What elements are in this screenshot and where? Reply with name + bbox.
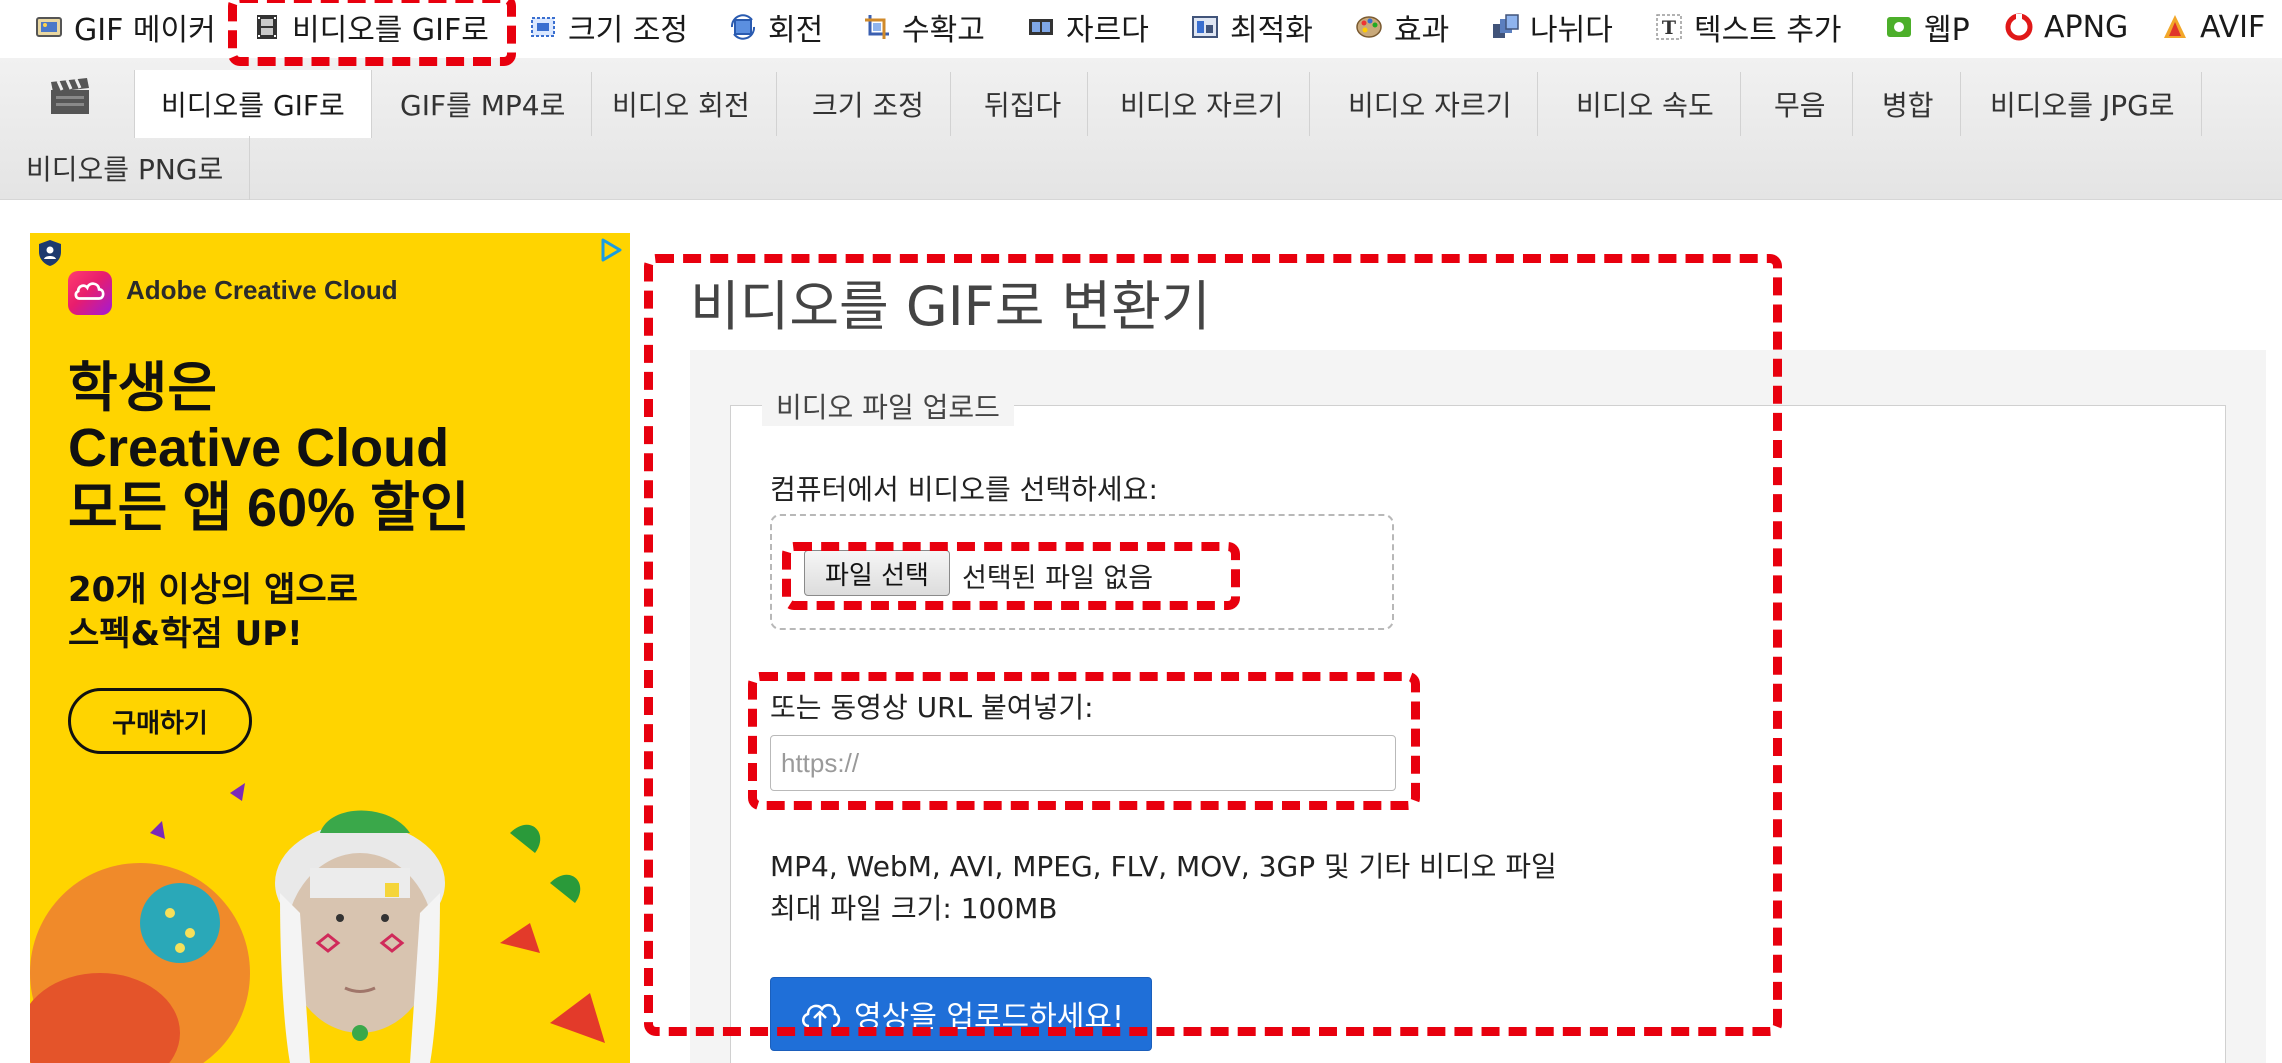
menu-crop-label: 수확고 xyxy=(902,13,985,48)
optimize-icon xyxy=(1190,12,1220,42)
video-url-input[interactable] xyxy=(770,735,1396,791)
svg-text:T: T xyxy=(1662,17,1676,39)
upload-legend: 비디오 파일 업로드 xyxy=(762,386,1014,426)
ad-headline: 학생은 Creative Cloud 모든 앱 60% 할인 xyxy=(68,358,470,538)
supported-formats-text: MP4, WebM, AVI, MPEG, FLV, MOV, 3GP 및 기타… xyxy=(770,850,1557,883)
rotate-icon xyxy=(728,12,758,42)
menu-split-label: 나뉘다 xyxy=(1530,13,1613,48)
palette-icon xyxy=(1354,12,1384,42)
menu-effects-label: 효과 xyxy=(1394,13,1450,48)
ad-brand-name: Adobe Creative Cloud xyxy=(126,275,398,305)
menu-apng[interactable]: APNG xyxy=(2004,4,2128,50)
ad-subline-line: 스펙&학점 UP! xyxy=(68,614,303,654)
ad-buy-button[interactable]: 구매하기 xyxy=(68,688,252,754)
tab-video-to-gif[interactable]: 비디오를 GIF로 xyxy=(134,70,372,138)
tab-video-speed[interactable]: 비디오 속도 xyxy=(1550,72,1741,136)
tab-video-trim[interactable]: 비디오 자르기 xyxy=(1094,72,1311,136)
tab-video-to-png[interactable]: 비디오를 PNG로 xyxy=(0,136,251,200)
menu-add-text-label: 텍스트 추가 xyxy=(1694,13,1842,48)
menu-gif-maker[interactable]: GIF 메이커 xyxy=(34,4,216,50)
apng-icon xyxy=(2004,12,2034,42)
tab-video-crop[interactable]: 비디오 자르기 xyxy=(1322,72,1539,136)
menu-webp-label: 웹P xyxy=(1924,13,1970,48)
ad-headline-line: 학생은 xyxy=(68,358,218,418)
creative-cloud-logo-icon xyxy=(68,271,112,315)
tab-merge[interactable]: 병합 xyxy=(1856,72,1961,136)
menu-effects[interactable]: 효과 xyxy=(1354,4,1449,50)
gif-maker-icon xyxy=(34,12,64,42)
resize-icon xyxy=(528,12,558,42)
menu-gif-maker-label: GIF 메이커 xyxy=(74,13,216,48)
upload-video-button[interactable]: 영상을 업로드하세요! xyxy=(770,977,1152,1051)
split-icon xyxy=(1490,12,1520,42)
ad-subline-line: 20개 이상의 앱으로 xyxy=(68,570,358,610)
menu-webp[interactable]: 웹P xyxy=(1884,4,1970,50)
menu-optimize-label: 최적화 xyxy=(1230,13,1313,48)
menu-crop[interactable]: 수확고 xyxy=(862,4,985,50)
max-file-size-text: 최대 파일 크기: 100MB xyxy=(770,892,1058,925)
tab-gif-to-mp4[interactable]: GIF를 MP4로 xyxy=(374,72,593,136)
adobe-advertisement[interactable]: Adobe Creative Cloud 학생은 Creative Cloud … xyxy=(30,233,630,1063)
film-icon xyxy=(252,12,282,42)
webp-icon xyxy=(1884,12,1914,42)
file-info: MP4, WebM, AVI, MPEG, FLV, MOV, 3GP 및 기타… xyxy=(770,846,1557,930)
menu-add-text[interactable]: T 텍스트 추가 xyxy=(1654,4,1842,50)
text-icon: T xyxy=(1654,12,1684,42)
menu-avif-label: AVIF xyxy=(2200,9,2266,45)
upload-button-label: 영상을 업로드하세요! xyxy=(854,1000,1124,1035)
menu-resize[interactable]: 크기 조정 xyxy=(528,4,688,50)
adchoices-icon[interactable] xyxy=(598,237,624,263)
clapperboard-icon xyxy=(51,78,89,114)
top-tool-menu: GIF 메이커 비디오를 GIF로 크기 조정 회전 수확고 자르다 최적화 효… xyxy=(0,0,2282,58)
menu-optimize[interactable]: 최적화 xyxy=(1190,4,1313,50)
menu-rotate-label: 회전 xyxy=(768,13,824,48)
menu-apng-label: APNG xyxy=(2044,9,2129,45)
menu-cut-label: 자르다 xyxy=(1066,13,1149,48)
ad-subline: 20개 이상의 앱으로 스펙&학점 UP! xyxy=(68,568,358,656)
ad-headline-line: 모든 앱 60% 할인 xyxy=(68,478,470,538)
menu-resize-label: 크기 조정 xyxy=(568,13,688,48)
cut-icon xyxy=(1026,12,1056,42)
tab-resize[interactable]: 크기 조정 xyxy=(786,72,951,136)
menu-rotate[interactable]: 회전 xyxy=(728,4,823,50)
shield-icon xyxy=(39,240,61,266)
avif-icon xyxy=(2160,12,2190,42)
cloud-upload-icon xyxy=(802,1003,841,1028)
menu-video-to-gif-label: 비디오를 GIF로 xyxy=(292,13,489,48)
choose-file-button[interactable]: 파일 선택 xyxy=(804,550,950,596)
tab-video-to-jpg[interactable]: 비디오를 JPG로 xyxy=(1964,72,2202,136)
ad-artwork-illustration xyxy=(30,783,605,1063)
menu-cut[interactable]: 자르다 xyxy=(1026,4,1149,50)
menu-video-to-gif[interactable]: 비디오를 GIF로 xyxy=(252,4,489,50)
tab-video-rotate[interactable]: 비디오 회전 xyxy=(586,72,777,136)
tab-flip[interactable]: 뒤집다 xyxy=(958,72,1089,136)
ad-headline-line: Creative Cloud xyxy=(68,418,450,478)
tab-mute[interactable]: 무음 xyxy=(1748,72,1853,136)
menu-avif[interactable]: AVIF xyxy=(2160,4,2265,50)
choose-video-label: 컴퓨터에서 비디오를 선택하세요: xyxy=(770,473,1158,506)
url-label: 또는 동영상 URL 붙여넣기: xyxy=(770,691,1094,724)
menu-split[interactable]: 나뉘다 xyxy=(1490,4,1613,50)
crop-icon xyxy=(862,12,892,42)
no-file-status: 선택된 파일 없음 xyxy=(962,563,1154,594)
page-title: 비디오를 GIF로 변환기 xyxy=(690,275,1211,338)
